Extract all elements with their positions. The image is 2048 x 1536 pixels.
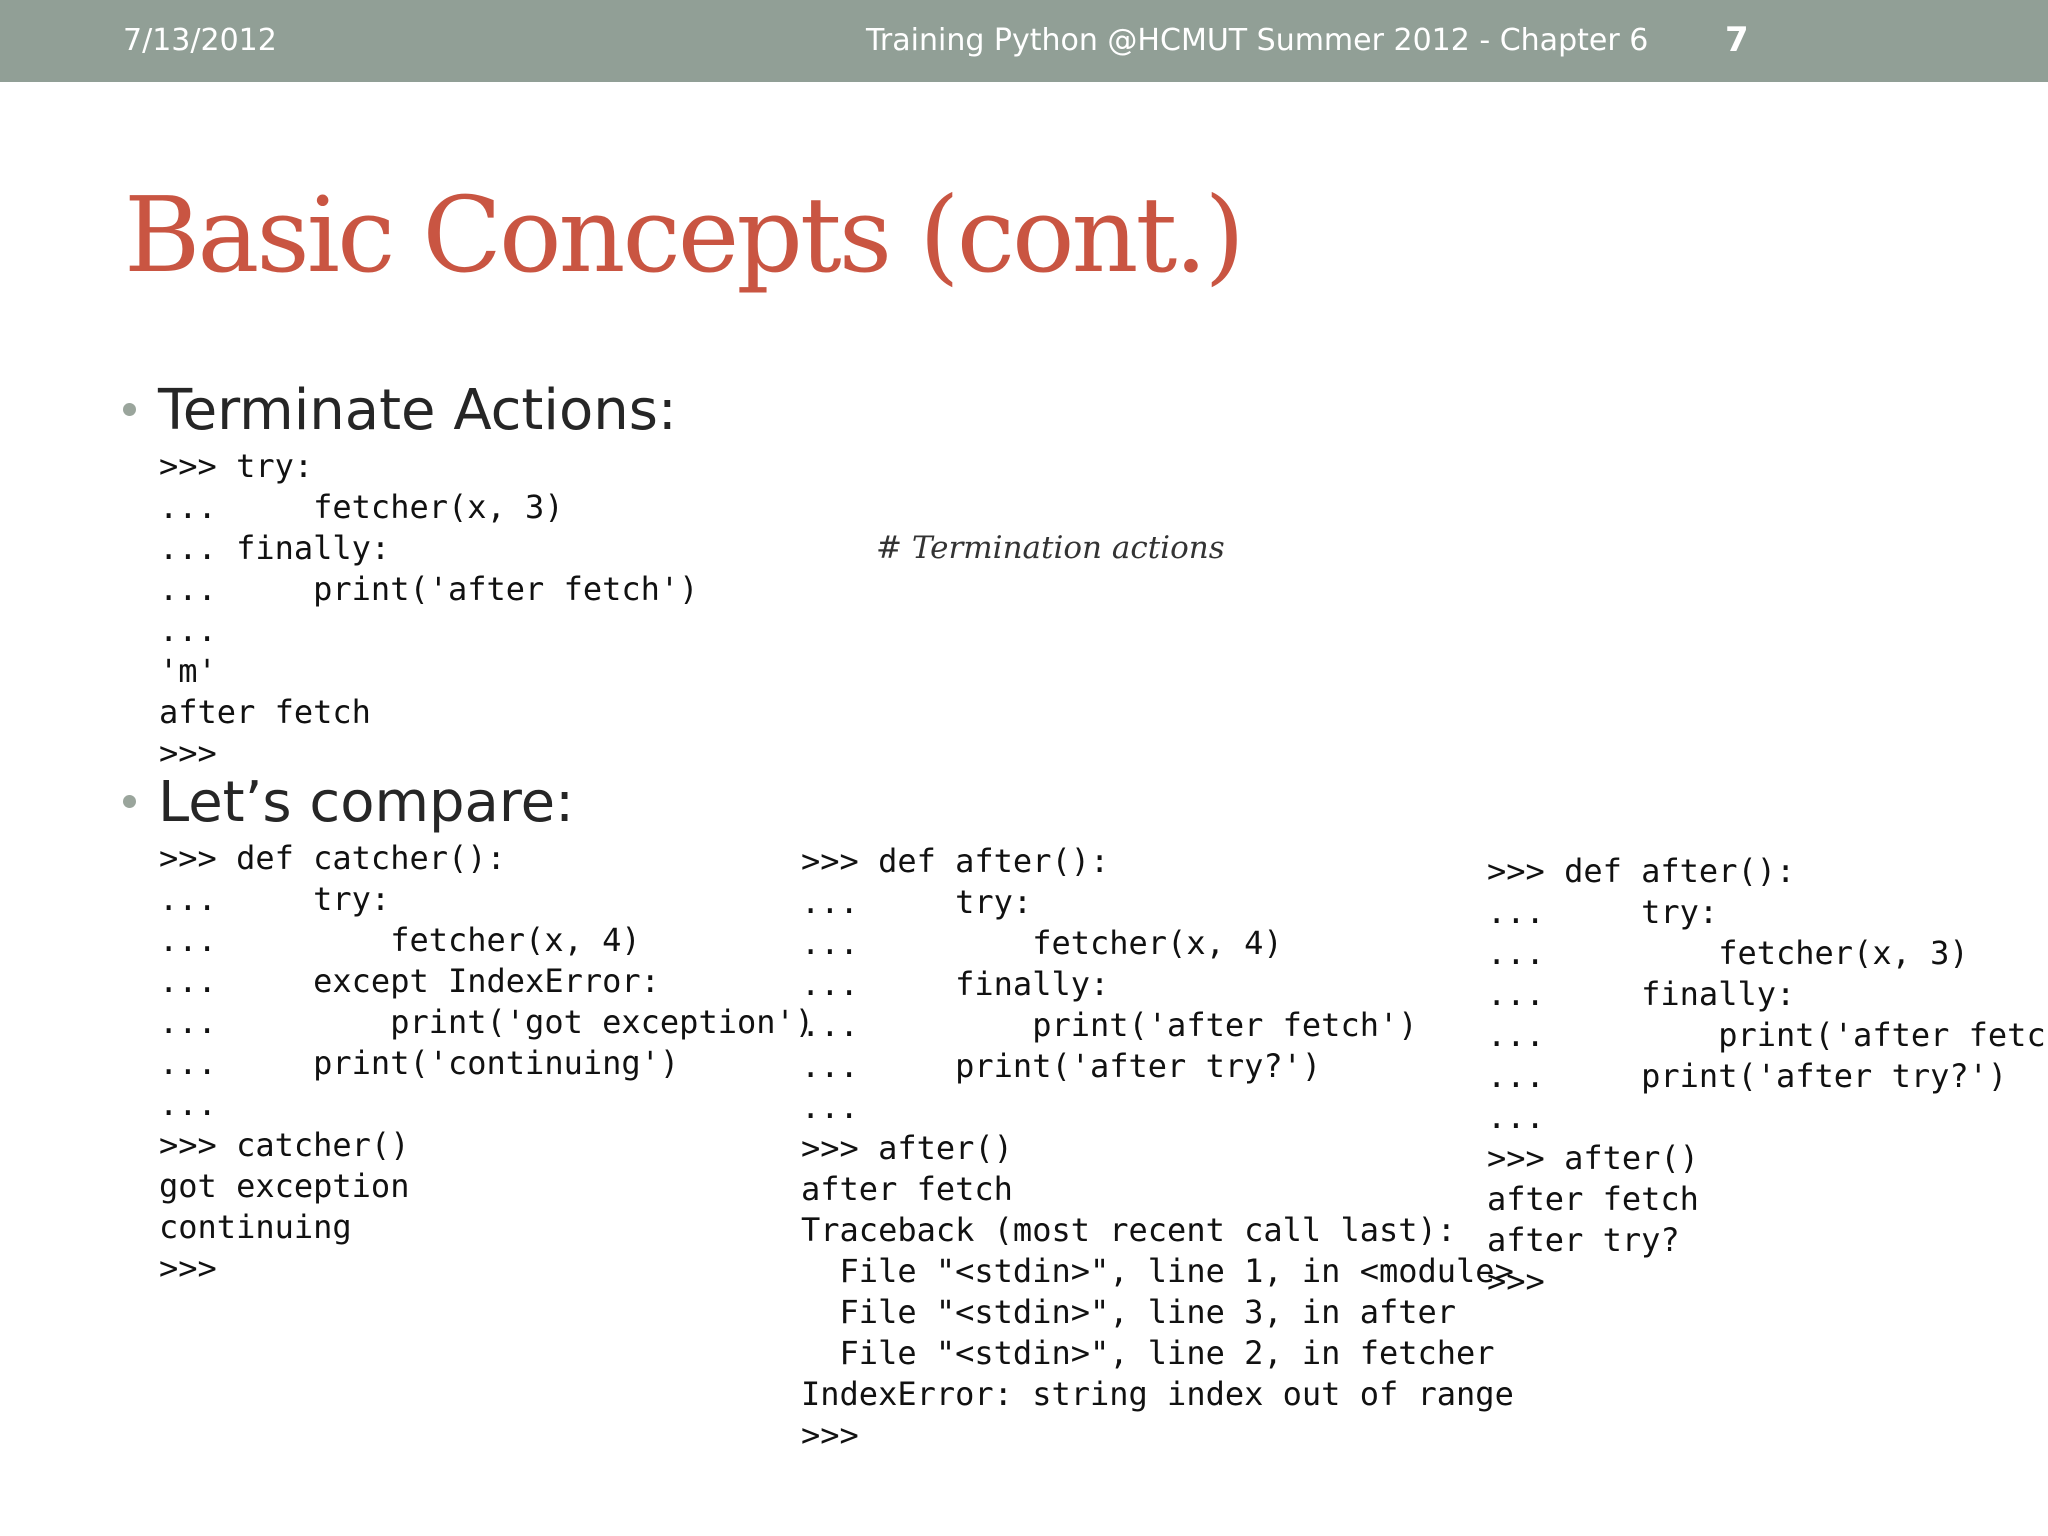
code-line: ... try: [801, 883, 1033, 921]
slide-header-bar: 7/13/2012 Training Python @HCMUT Summer … [0, 0, 2048, 82]
code-line: ... [159, 1085, 217, 1123]
code-line: File "<stdin>", line 3, in after [801, 1293, 1457, 1331]
code-line: ... print('after try?') [801, 1047, 1322, 1085]
code-line: >>> [1487, 1262, 1545, 1300]
bullet-lets-compare: Let’s compare: [123, 768, 574, 838]
code-block-after-error: >>> def after():... try:... fetcher(x, 4… [801, 841, 1514, 1456]
bullet-dot-icon [123, 795, 136, 809]
code-line: ... try: [1487, 893, 1719, 931]
code-line: ... print('after fetch') [1487, 1016, 2048, 1054]
code-line: ... finally: [159, 529, 391, 567]
code-line: ... fetcher(x, 3) [159, 488, 564, 526]
bullet-label: Let’s compare: [158, 770, 574, 835]
code-line: ... print('after fetch') [159, 570, 699, 608]
bullet-dot-icon [123, 403, 136, 417]
termination-comment: # Termination actions [876, 530, 1225, 566]
code-line: ... print('continuing') [159, 1044, 680, 1082]
code-line: >>> after() [1487, 1139, 1699, 1177]
code-line: ... fetcher(x, 3) [1487, 934, 1969, 972]
code-line: ... print('after try?') [1487, 1057, 2008, 1095]
slide-date: 7/13/2012 [123, 23, 277, 58]
code-line: >>> [801, 1416, 859, 1454]
code-line: after fetch [159, 693, 371, 731]
code-line: ... finally: [1487, 975, 1796, 1013]
code-line: >>> def after(): [1487, 852, 1796, 890]
code-line: >>> catcher() [159, 1126, 410, 1164]
course-title: Training Python @HCMUT Summer 2012 - Cha… [866, 23, 1649, 58]
code-line: after try? [1487, 1221, 1680, 1259]
code-line: 'm' [159, 652, 217, 690]
code-line: >>> try: [159, 447, 314, 485]
code-line: >>> def catcher(): [159, 839, 506, 877]
code-line: IndexError: string index out of range [801, 1375, 1514, 1413]
code-line: after fetch [801, 1170, 1013, 1208]
bullet-terminate-actions: Terminate Actions: [123, 376, 677, 446]
code-line: ... finally: [801, 965, 1110, 1003]
bullet-label: Terminate Actions: [158, 378, 677, 443]
code-line: ... fetcher(x, 4) [159, 921, 641, 959]
code-line: continuing [159, 1208, 352, 1246]
code-line: File "<stdin>", line 2, in fetcher [801, 1334, 1495, 1372]
code-line: ... [159, 611, 217, 649]
code-line: File "<stdin>", line 1, in <module> [801, 1252, 1514, 1290]
code-line: ... except IndexError: [159, 962, 660, 1000]
code-line: got exception [159, 1167, 410, 1205]
slide-page-number: 7 [1725, 20, 1749, 60]
code-line: ... print('got exception') [159, 1003, 815, 1041]
code-line: >>> after() [801, 1129, 1013, 1167]
code-line: >>> def after(): [801, 842, 1110, 880]
slide-title: Basic Concepts (cont.) [124, 174, 1245, 296]
code-block-after-ok: >>> def after():... try:... fetcher(x, 3… [1487, 851, 2048, 1302]
code-block-catcher: >>> def catcher():... try:... fetcher(x,… [159, 838, 814, 1289]
code-line: ... [1487, 1098, 1545, 1136]
code-line: ... try: [159, 880, 391, 918]
code-line: ... [801, 1088, 859, 1126]
code-line: Traceback (most recent call last): [801, 1211, 1457, 1249]
code-line: >>> [159, 1249, 217, 1287]
code-block-terminate: >>> try:... fetcher(x, 3)... finally:...… [159, 446, 698, 774]
code-line: ... print('after fetch') [801, 1006, 1418, 1044]
code-line: after fetch [1487, 1180, 1699, 1218]
code-line: ... fetcher(x, 4) [801, 924, 1283, 962]
